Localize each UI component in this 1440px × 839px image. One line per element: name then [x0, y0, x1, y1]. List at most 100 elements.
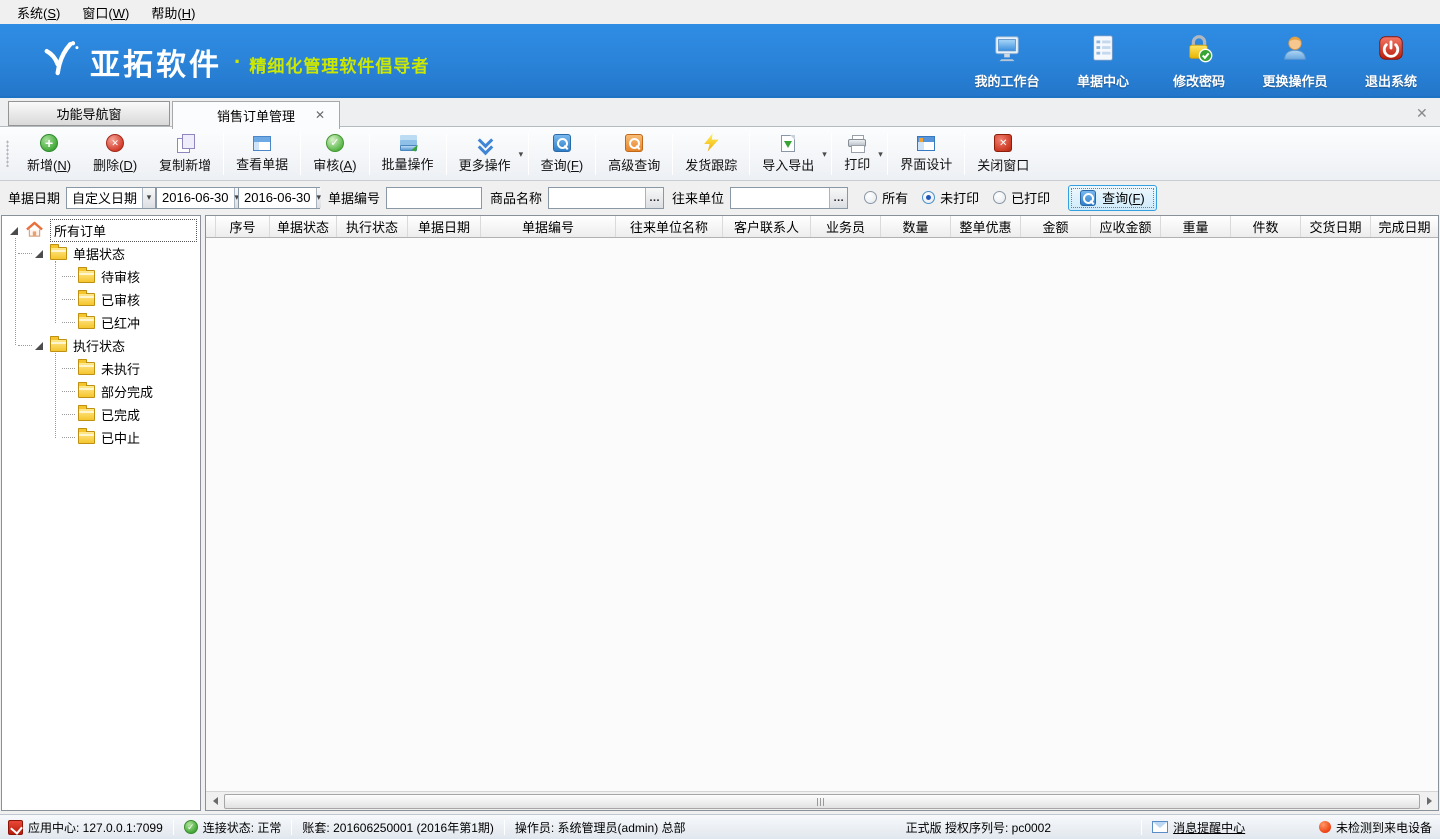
tree-node-not-executed[interactable]: 未执行: [2, 357, 200, 380]
date-filter-label: 单据日期: [8, 188, 60, 207]
doc-no-input[interactable]: [386, 187, 482, 209]
tree-node-label: 待审核: [101, 267, 140, 286]
chevron-down-icon: [878, 150, 886, 158]
menu-system[interactable]: 系统(S): [6, 0, 71, 25]
tree-node-document-status[interactable]: 单据状态: [2, 242, 200, 265]
banner-action-label: 单据中心: [1077, 71, 1129, 90]
toolbar-button-add[interactable]: 新增(N): [16, 131, 82, 177]
switch-operator-button[interactable]: 更换操作员: [1262, 33, 1328, 90]
radio-printed[interactable]: 已打印: [993, 188, 1050, 207]
column-header-doc-status[interactable]: 单据状态: [270, 216, 337, 237]
toolbar-button-view-document[interactable]: 查看单据: [225, 131, 299, 177]
tree-node-reversed[interactable]: 已红冲: [2, 311, 200, 334]
tree-expander-icon[interactable]: [35, 342, 43, 350]
toolbar-separator: [595, 133, 596, 175]
toolbar-separator: [369, 133, 370, 175]
exit-system-button[interactable]: 退出系统: [1358, 33, 1424, 90]
message-center-text[interactable]: 消息提醒中心: [1173, 819, 1245, 836]
column-header-finish-date[interactable]: 完成日期: [1371, 216, 1438, 237]
message-center-link[interactable]: 消息提醒中心: [1152, 819, 1245, 836]
tree-node-partially-completed[interactable]: 部分完成: [2, 380, 200, 403]
toolbar-button-more-operations[interactable]: 更多操作: [448, 131, 527, 177]
tree-node-completed[interactable]: 已完成: [2, 403, 200, 426]
scroll-right-arrow[interactable]: [1421, 794, 1437, 809]
column-header-partner-name[interactable]: 往来单位名称: [616, 216, 723, 237]
status-separator: [504, 820, 505, 835]
product-name-field[interactable]: [549, 188, 645, 208]
column-header-discount[interactable]: 整单优惠: [951, 216, 1021, 237]
radio-unprinted[interactable]: 未打印: [922, 188, 979, 207]
column-header-receivable[interactable]: 应收金额: [1091, 216, 1161, 237]
column-header-weight[interactable]: 重量: [1161, 216, 1231, 237]
chevron-down-icon[interactable]: [316, 188, 322, 208]
app-center-text: 应用中心: 127.0.0.1:7099: [28, 819, 163, 836]
chevron-down-icon[interactable]: [142, 188, 155, 208]
connection-ok-icon: [184, 820, 198, 834]
folder-icon: [78, 362, 95, 375]
change-password-button[interactable]: 修改密码: [1166, 33, 1232, 90]
tree-node-approved[interactable]: 已审核: [2, 288, 200, 311]
toolbar-button-approve[interactable]: 审核(A): [302, 131, 367, 177]
toolbar-button-shipping-tracking[interactable]: 发货跟踪: [674, 131, 748, 177]
column-header-customer-contact[interactable]: 客户联系人: [723, 216, 811, 237]
column-header-quantity[interactable]: 数量: [881, 216, 951, 237]
document-center-button[interactable]: 单据中心: [1070, 33, 1136, 90]
toolbar-button-print[interactable]: 打印: [833, 131, 886, 177]
tree-expander-icon[interactable]: [10, 227, 18, 235]
advanced-search-icon: [625, 134, 643, 152]
toolbar-button-label: 更多操作: [459, 155, 511, 174]
brand-banner: 亚拓软件 · 精细化管理软件倡导者 我的工作台: [0, 24, 1440, 96]
column-header-delivery-date[interactable]: 交货日期: [1301, 216, 1371, 237]
tree-node-all-orders[interactable]: 所有订单: [2, 219, 200, 242]
radio-all[interactable]: 所有: [864, 188, 908, 207]
toolbar-separator: [887, 133, 888, 175]
power-icon: [1376, 33, 1406, 68]
tree-node-terminated[interactable]: 已中止: [2, 426, 200, 449]
tab-close-icon[interactable]: ✕: [315, 109, 327, 121]
partner-field[interactable]: [731, 188, 829, 208]
tree-expander-icon[interactable]: [35, 250, 43, 258]
tree-node-execution-status[interactable]: 执行状态: [2, 334, 200, 357]
scroll-left-arrow[interactable]: [207, 794, 223, 809]
column-header-pieces[interactable]: 件数: [1231, 216, 1301, 237]
column-header-doc-date[interactable]: 单据日期: [408, 216, 481, 237]
toolbar-button-batch-operations[interactable]: 批量操作: [371, 131, 445, 177]
brand-name: 亚拓软件: [90, 40, 222, 84]
toolbar-button-copy-add[interactable]: 复制新增: [148, 131, 222, 177]
scrollbar-thumb[interactable]: [224, 794, 1420, 809]
toolbar-button-query[interactable]: 查询(F): [530, 131, 595, 177]
menu-help[interactable]: 帮助(H): [140, 0, 206, 25]
tree-node-label: 已审核: [101, 290, 140, 309]
ellipsis-lookup-icon[interactable]: [829, 188, 847, 208]
banner-actions: 我的工作台 单据中心: [974, 33, 1424, 90]
my-workbench-button[interactable]: 我的工作台: [974, 33, 1040, 90]
product-name-input[interactable]: [548, 187, 664, 209]
toolbar-button-advanced-query[interactable]: 高级查询: [597, 131, 671, 177]
tree-node-pending-approval[interactable]: 待审核: [2, 265, 200, 288]
device-status: 未检测到来电设备: [1319, 819, 1432, 836]
toolbar-separator: [964, 133, 965, 175]
ellipsis-lookup-icon[interactable]: [645, 188, 663, 208]
query-button[interactable]: 查询(F): [1068, 185, 1157, 211]
partner-label: 往来单位: [672, 188, 724, 207]
tree-node-label: 已红冲: [101, 313, 140, 332]
tab-sales-order-management[interactable]: 销售订单管理 ✕: [172, 101, 340, 129]
menu-window[interactable]: 窗口(W): [71, 0, 140, 25]
toolbar-button-delete[interactable]: 删除(D): [82, 131, 148, 177]
column-header-amount[interactable]: 金额: [1021, 216, 1091, 237]
horizontal-scrollbar[interactable]: [206, 791, 1438, 810]
folder-icon: [78, 270, 95, 283]
toolbar-button-import-export[interactable]: 导入导出: [751, 131, 830, 177]
tab-function-navigation[interactable]: 功能导航窗: [8, 101, 170, 126]
column-header-exec-status[interactable]: 执行状态: [337, 216, 408, 237]
partner-input[interactable]: [730, 187, 848, 209]
toolbar-button-ui-design[interactable]: 界面设计: [889, 131, 963, 177]
date-from-combobox[interactable]: 2016-06-30: [156, 187, 238, 209]
column-header-seq[interactable]: 序号: [216, 216, 270, 237]
toolbar-button-close-window[interactable]: 关闭窗口: [966, 131, 1040, 177]
close-all-tabs-icon[interactable]: ✕: [1416, 106, 1430, 120]
column-header-salesperson[interactable]: 业务员: [811, 216, 881, 237]
date-to-combobox[interactable]: 2016-06-30: [238, 187, 320, 209]
date-type-combobox[interactable]: 自定义日期: [66, 187, 156, 209]
column-header-doc-no[interactable]: 单据编号: [481, 216, 616, 237]
